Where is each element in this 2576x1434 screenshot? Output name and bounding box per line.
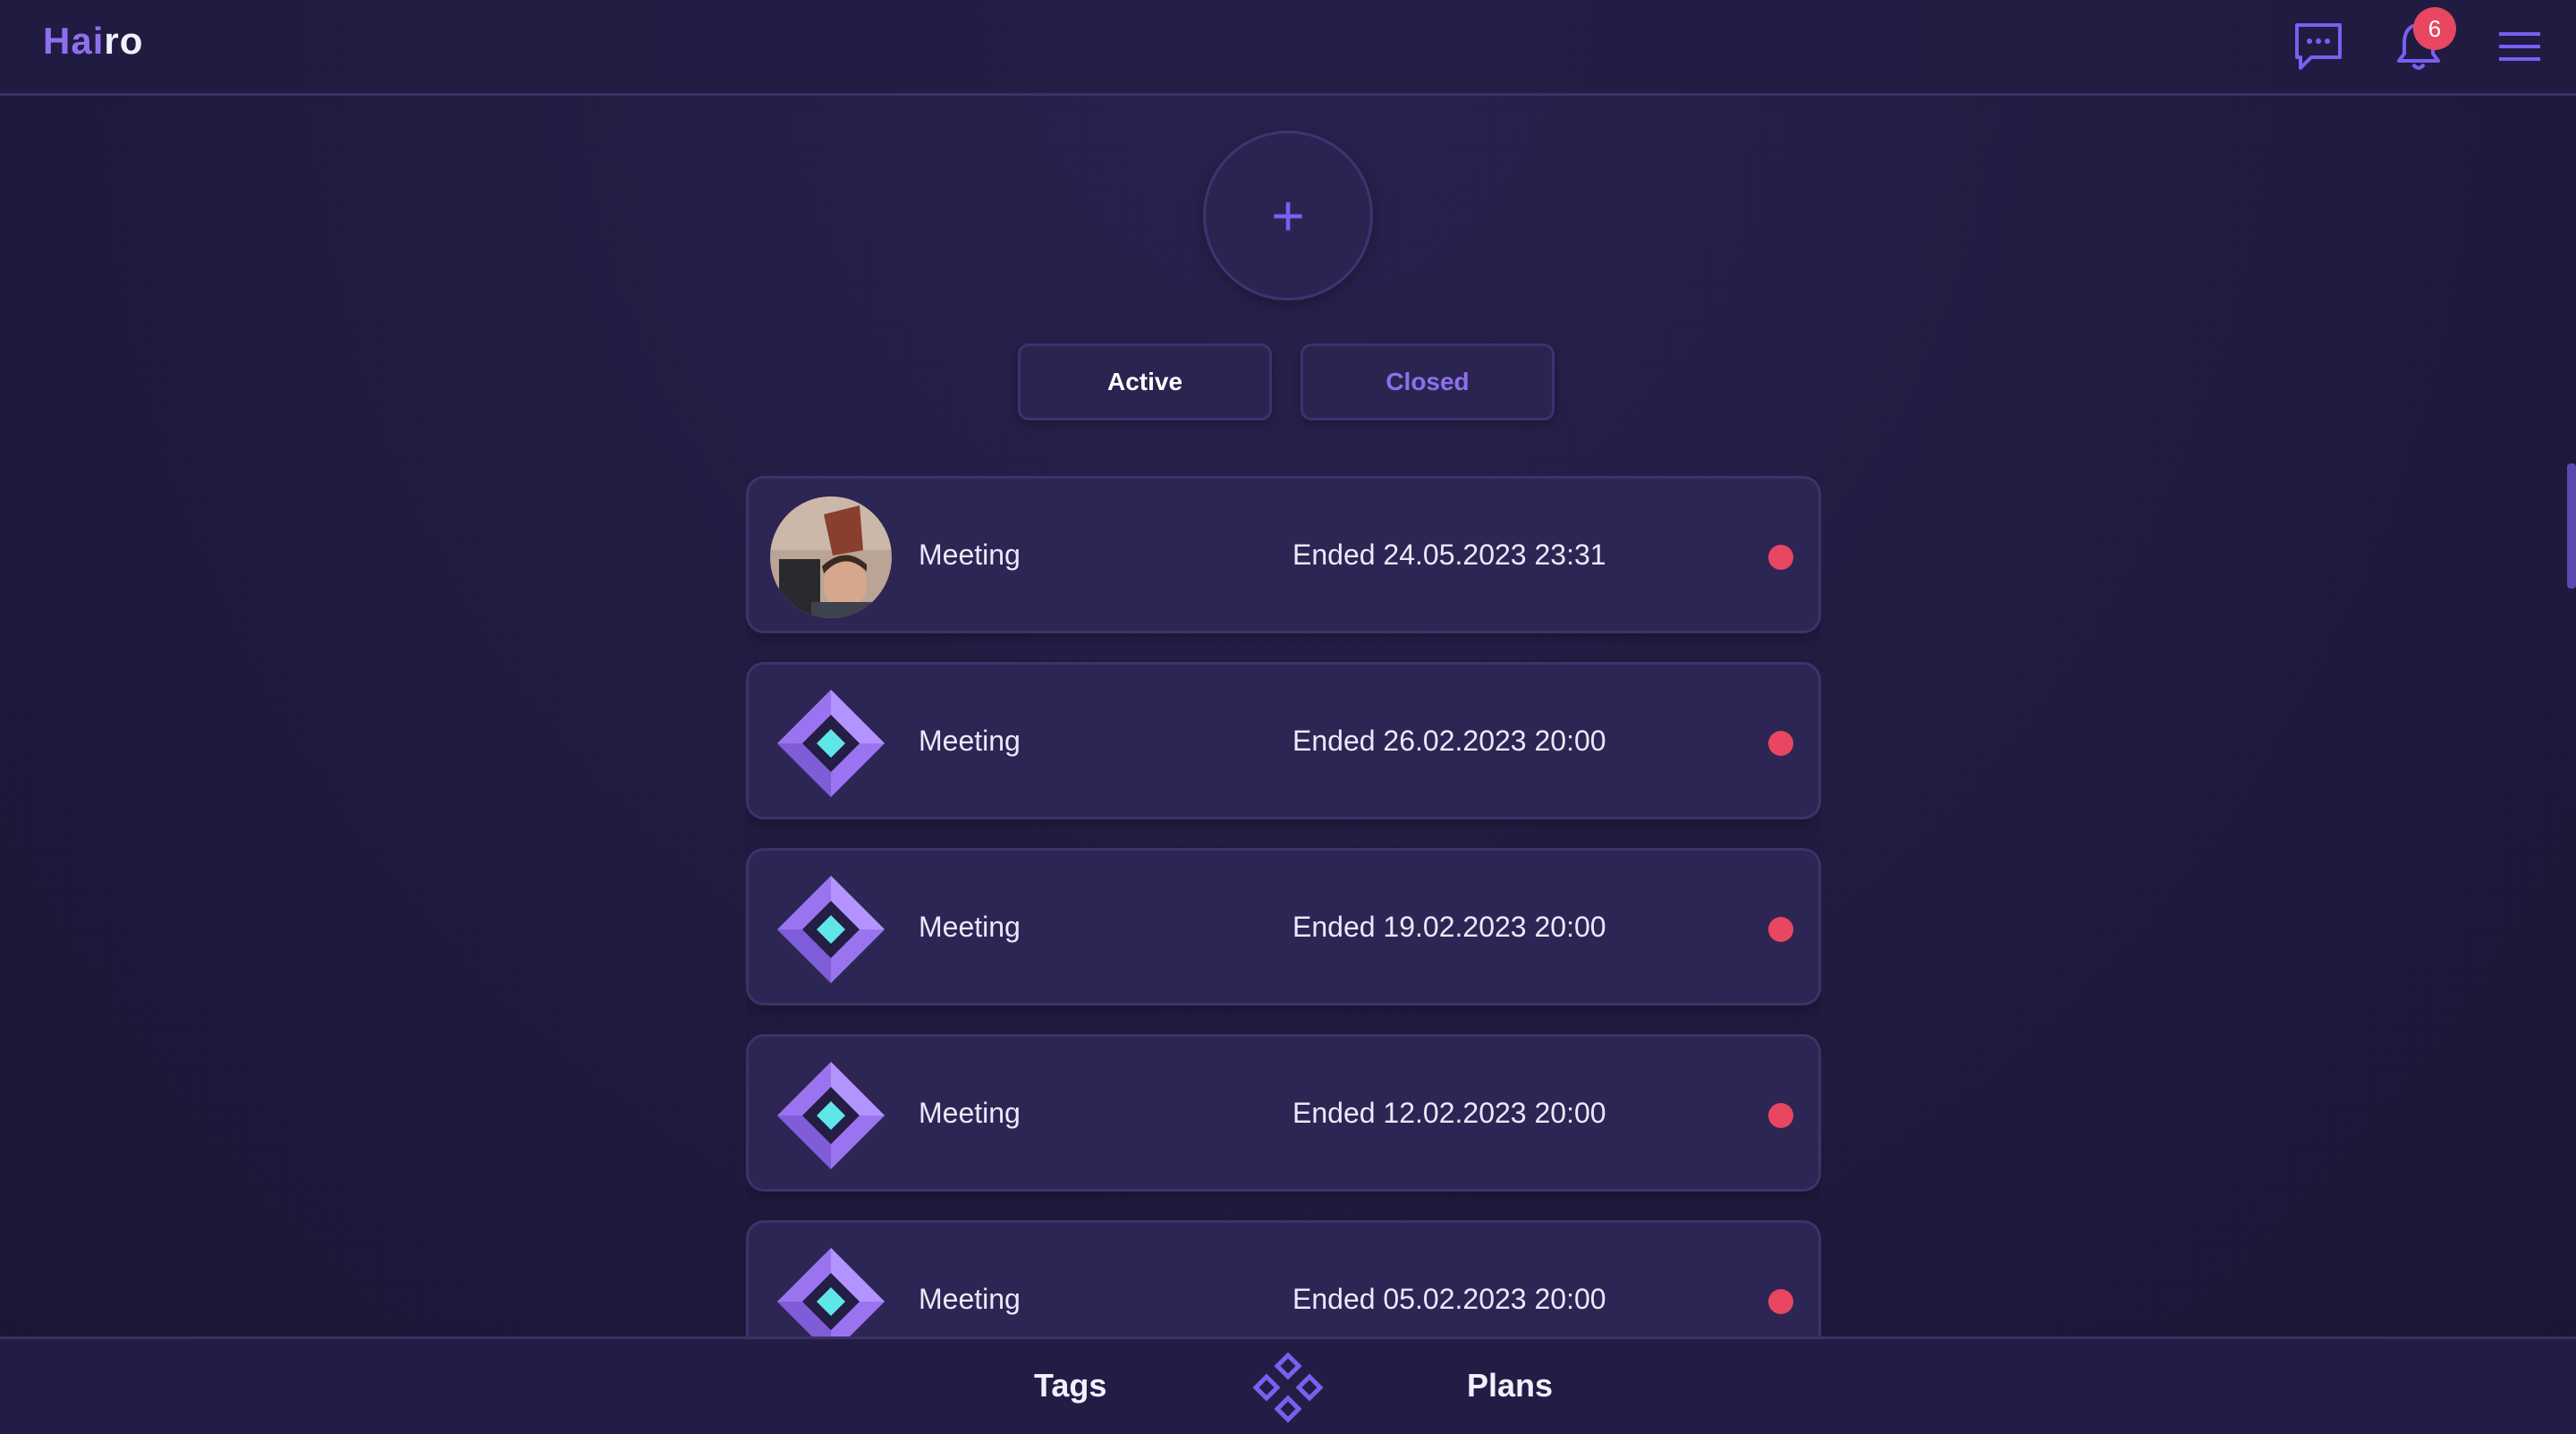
hairo-logo-icon[interactable] bbox=[1252, 1352, 1324, 1423]
status-dot bbox=[1768, 917, 1793, 942]
meeting-row[interactable]: Meeting Ended 26.02.2023 20:00 bbox=[746, 662, 1821, 819]
nav-tags[interactable]: Tags bbox=[1034, 1339, 1106, 1432]
plus-icon: + bbox=[1271, 183, 1305, 248]
meeting-title: Meeting bbox=[919, 1097, 1021, 1129]
meeting-row[interactable]: Meeting Ended 05.02.2023 20:00 bbox=[746, 1220, 1821, 1336]
meeting-list: Meeting Ended 24.05.2023 23:31 Meeting E… bbox=[746, 476, 1821, 1336]
app-logo[interactable]: Hairo bbox=[43, 20, 143, 63]
meeting-status: Ended 19.02.2023 20:00 bbox=[1292, 911, 1606, 943]
add-meeting-button[interactable]: + bbox=[1203, 131, 1373, 301]
meeting-row[interactable]: Meeting Ended 24.05.2023 23:31 bbox=[746, 476, 1821, 633]
meeting-status: Ended 26.02.2023 20:00 bbox=[1292, 725, 1606, 757]
diamond-icon bbox=[777, 690, 885, 797]
nav-plans[interactable]: Plans bbox=[1467, 1339, 1553, 1432]
top-bar: Hairo 6 bbox=[0, 0, 2576, 96]
meeting-row[interactable]: Meeting Ended 12.02.2023 20:00 bbox=[746, 1034, 1821, 1192]
meeting-title: Meeting bbox=[919, 911, 1021, 943]
chat-icon[interactable] bbox=[2290, 18, 2347, 75]
notification-badge: 6 bbox=[2413, 7, 2456, 50]
diamond-icon bbox=[777, 1248, 885, 1336]
logo-text-part2: ro bbox=[104, 20, 144, 62]
logo-text-part1: Hai bbox=[43, 20, 105, 62]
diamond-icon bbox=[777, 876, 885, 983]
meeting-status: Ended 05.02.2023 20:00 bbox=[1292, 1283, 1606, 1315]
meeting-title: Meeting bbox=[919, 725, 1021, 757]
meeting-status: Ended 12.02.2023 20:00 bbox=[1292, 1097, 1606, 1129]
status-dot bbox=[1768, 1103, 1793, 1128]
diamond-icon bbox=[777, 1062, 885, 1169]
tab-active[interactable]: Active bbox=[1018, 344, 1272, 420]
meeting-row[interactable]: Meeting Ended 19.02.2023 20:00 bbox=[746, 848, 1821, 1005]
meeting-title: Meeting bbox=[919, 539, 1021, 571]
meeting-status: Ended 24.05.2023 23:31 bbox=[1292, 539, 1606, 571]
menu-icon[interactable] bbox=[2490, 18, 2547, 75]
status-dot bbox=[1768, 1289, 1793, 1314]
scrollbar-thumb[interactable] bbox=[2567, 463, 2576, 589]
bottom-nav: Tags Plans bbox=[0, 1336, 2576, 1434]
user-avatar bbox=[770, 496, 892, 618]
status-dot bbox=[1768, 731, 1793, 756]
meeting-title: Meeting bbox=[919, 1283, 1021, 1315]
status-dot bbox=[1768, 545, 1793, 570]
tab-closed[interactable]: Closed bbox=[1301, 344, 1555, 420]
